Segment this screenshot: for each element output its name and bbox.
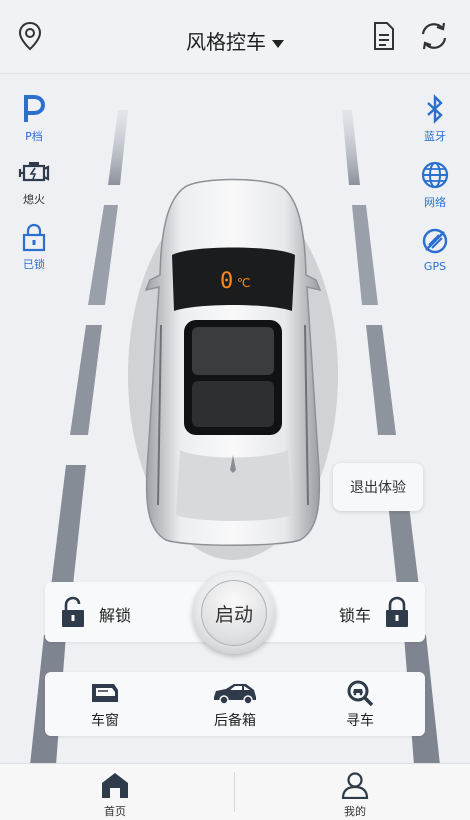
chevron-down-icon — [272, 39, 284, 48]
p-gear-icon — [4, 92, 64, 126]
nav-home-label: 首页 — [104, 805, 126, 818]
temperature-value: 0 — [220, 269, 233, 294]
status-engine-label: 熄火 — [23, 193, 45, 206]
car-trunk-icon — [185, 678, 285, 708]
function-bar: 车窗 后备箱 寻车 — [45, 672, 425, 736]
home-icon — [55, 770, 175, 800]
car-trunk-button[interactable]: 后备箱 — [185, 678, 285, 730]
status-network: 网络 — [405, 158, 465, 210]
find-car-icon — [310, 678, 410, 708]
car-window-label: 车窗 — [91, 713, 119, 729]
exit-experience-button[interactable]: 退出体验 — [333, 463, 423, 511]
bottom-nav: 首页 我的 — [0, 763, 470, 820]
refresh-icon[interactable] — [418, 20, 450, 52]
lock-car-icon[interactable] — [385, 596, 409, 632]
user-icon — [295, 770, 415, 800]
status-lock: 已锁 — [4, 220, 64, 272]
status-engine: 熄火 — [4, 155, 64, 207]
unlock-icon[interactable] — [61, 596, 85, 632]
car-window-icon — [55, 678, 155, 708]
nav-divider — [234, 772, 235, 812]
road-background: 0 ℃ — [30, 110, 440, 765]
engine-icon — [4, 155, 64, 189]
app-header: 风格控车 — [0, 0, 470, 74]
document-icon[interactable] — [368, 20, 400, 52]
lock-icon — [4, 220, 64, 254]
nav-mine[interactable]: 我的 — [295, 770, 415, 819]
nav-home[interactable]: 首页 — [55, 770, 175, 819]
temperature-unit: ℃ — [237, 276, 250, 290]
globe-icon — [405, 158, 465, 192]
status-gear: P档 — [4, 92, 64, 144]
status-network-label: 网络 — [424, 196, 446, 209]
status-gear-label: P档 — [25, 130, 43, 143]
nav-mine-label: 我的 — [344, 805, 366, 818]
find-car-button[interactable]: 寻车 — [310, 678, 410, 730]
unlock-button[interactable]: 解锁 — [99, 602, 131, 626]
find-car-label: 寻车 — [346, 713, 374, 729]
car-trunk-label: 后备箱 — [214, 713, 256, 729]
status-gps-label: GPS — [423, 260, 447, 273]
start-engine-button[interactable]: 启动 — [193, 572, 275, 654]
car-window-button[interactable]: 车窗 — [55, 678, 155, 730]
status-lock-label: 已锁 — [23, 258, 45, 271]
gps-icon — [405, 224, 465, 258]
status-gps: GPS — [405, 224, 465, 273]
status-bluetooth: 蓝牙 — [405, 92, 465, 144]
lock-car-button[interactable]: 锁车 — [339, 602, 371, 626]
status-bluetooth-label: 蓝牙 — [424, 130, 446, 143]
bluetooth-icon — [405, 92, 465, 126]
start-label[interactable]: 启动 — [201, 580, 267, 646]
